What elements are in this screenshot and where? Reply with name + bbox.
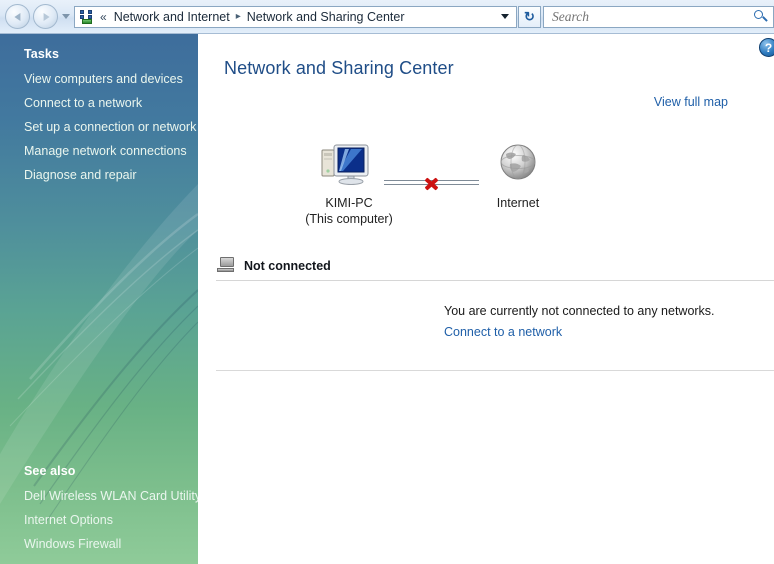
status-header: Not connected — [198, 256, 774, 275]
computer-node-sublabel: (This computer) — [305, 211, 393, 226]
sidebar-item-manage-network-connections[interactable]: Manage network connections — [0, 139, 198, 163]
sidebar-item-view-computers-and-devices[interactable]: View computers and devices — [0, 67, 198, 91]
sidebar-item-internet-options[interactable]: Internet Options — [0, 508, 198, 532]
page-title: Network and Sharing Center — [224, 58, 454, 78]
search-box[interactable] — [543, 5, 774, 28]
internet-node-label: Internet — [496, 196, 540, 210]
disconnected-computer-icon — [216, 256, 238, 275]
help-circle-icon[interactable]: ? — [759, 38, 774, 57]
content-pane: ? Network and Sharing Center View full m… — [198, 34, 774, 564]
sidebar-item-dell-wireless-wlan-card-utility[interactable]: Dell Wireless WLAN Card Utility — [0, 484, 198, 508]
navigation-bar: « Network and Internet ▸ Network and Sha… — [0, 0, 774, 34]
address-bar[interactable]: « Network and Internet ▸ Network and Sha… — [74, 5, 517, 28]
breadcrumb-separator-icon[interactable]: ▸ — [233, 11, 244, 22]
view-full-map-link[interactable]: View full map — [654, 95, 728, 109]
sidebar-see-also-section: See also Dell Wireless WLAN Card Utility… — [0, 451, 198, 556]
computer-icon — [321, 144, 369, 185]
globe-icon — [500, 144, 536, 180]
search-icon[interactable] — [751, 7, 771, 27]
sidebar-tasks-heading: Tasks — [24, 47, 60, 61]
sidebar-item-set-up-a-connection-or-network[interactable]: Set up a connection or network — [0, 115, 198, 139]
computer-node-label: KIMI-PC — [325, 196, 373, 210]
status-divider-top — [216, 280, 774, 281]
back-button[interactable] — [5, 4, 30, 29]
sidebar-item-connect-to-a-network[interactable]: Connect to a network — [0, 91, 198, 115]
breadcrumb-item-network-and-sharing-center[interactable]: Network and Sharing Center — [244, 9, 408, 25]
status-title: Not connected — [244, 258, 331, 273]
red-x-icon — [421, 174, 441, 192]
sidebar-item-diagnose-and-repair[interactable]: Diagnose and repair — [0, 163, 198, 187]
refresh-icon: ↻ — [524, 8, 535, 24]
network-and-sharing-center-window: « Network and Internet ▸ Network and Sha… — [0, 0, 774, 564]
status-message: You are currently not connected to any n… — [444, 304, 715, 318]
network-node-internet[interactable]: Internet — [463, 142, 573, 212]
sidebar: Tasks View computers and devices Connect… — [0, 34, 198, 564]
search-input[interactable] — [544, 7, 751, 26]
breadcrumb-overflow-chevrons-icon[interactable]: « — [99, 10, 111, 24]
navigation-buttons — [0, 4, 73, 29]
recent-pages-chevron-down-icon[interactable] — [62, 14, 70, 19]
back-arrow-icon — [13, 12, 20, 21]
status-body: You are currently not connected to any n… — [444, 304, 774, 341]
refresh-button[interactable]: ↻ — [518, 5, 541, 28]
network-map: KIMI-PC (This computer) Internet — [198, 134, 774, 239]
address-dropdown-chevron-down-icon[interactable] — [501, 14, 509, 19]
connect-to-a-network-link[interactable]: Connect to a network — [444, 325, 562, 339]
network-icon — [79, 9, 95, 25]
sidebar-see-also-heading: See also — [24, 464, 76, 478]
forward-button[interactable] — [33, 4, 58, 29]
sidebar-item-windows-firewall[interactable]: Windows Firewall — [0, 532, 198, 556]
status-divider-bottom — [216, 370, 774, 371]
forward-arrow-icon — [43, 12, 50, 21]
breadcrumb-item-network-and-internet[interactable]: Network and Internet — [111, 9, 233, 25]
